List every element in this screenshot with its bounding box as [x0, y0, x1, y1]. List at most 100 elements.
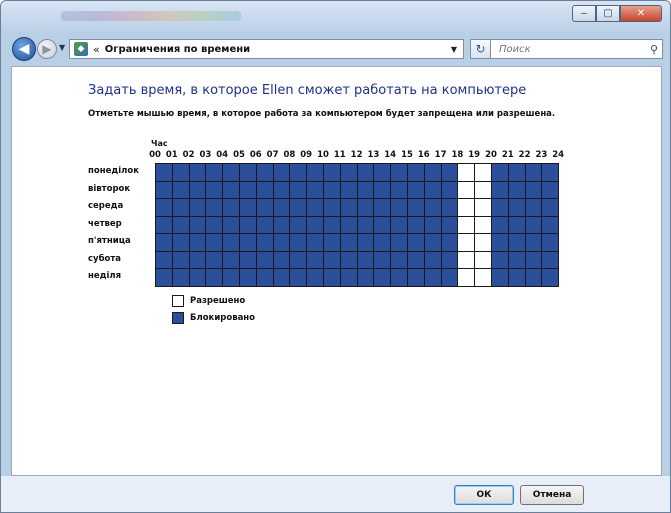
time-cell-blocked[interactable] — [340, 251, 358, 269]
time-cell-blocked[interactable] — [273, 234, 291, 252]
time-cell-blocked[interactable] — [340, 269, 358, 287]
time-cell-blocked[interactable] — [172, 234, 190, 252]
time-cell-blocked[interactable] — [407, 199, 425, 217]
time-cell-blocked[interactable] — [357, 251, 375, 269]
time-cell-blocked[interactable] — [441, 164, 459, 182]
time-cell-allowed[interactable] — [458, 164, 476, 182]
time-cell-blocked[interactable] — [156, 216, 173, 234]
time-cell-blocked[interactable] — [424, 251, 442, 269]
time-cell-blocked[interactable] — [156, 199, 173, 217]
back-button[interactable]: ◀ — [12, 37, 36, 61]
time-cell-blocked[interactable] — [189, 269, 207, 287]
time-cell-blocked[interactable] — [223, 199, 240, 217]
time-cell-blocked[interactable] — [239, 164, 257, 182]
time-cell-blocked[interactable] — [340, 181, 358, 199]
time-cell-blocked[interactable] — [172, 216, 190, 234]
time-cell-blocked[interactable] — [491, 269, 509, 287]
time-cell-blocked[interactable] — [441, 269, 459, 287]
time-cell-blocked[interactable] — [156, 251, 173, 269]
time-cell-blocked[interactable] — [542, 269, 560, 287]
time-cell-blocked[interactable] — [441, 181, 459, 199]
time-cell-blocked[interactable] — [323, 251, 341, 269]
time-cell-blocked[interactable] — [290, 164, 308, 182]
time-cell-blocked[interactable] — [307, 199, 324, 217]
time-cell-blocked[interactable] — [172, 251, 190, 269]
time-cell-blocked[interactable] — [189, 181, 207, 199]
time-cell-blocked[interactable] — [491, 199, 509, 217]
time-cell-blocked[interactable] — [391, 164, 408, 182]
time-cell-blocked[interactable] — [323, 199, 341, 217]
search-icon[interactable]: ⚲ — [646, 43, 662, 56]
time-cell-blocked[interactable] — [273, 164, 291, 182]
breadcrumb-chevron[interactable]: « — [93, 43, 100, 56]
time-cell-blocked[interactable] — [206, 251, 224, 269]
address-dropdown-icon[interactable]: ▼ — [451, 45, 457, 54]
time-cell-blocked[interactable] — [307, 269, 324, 287]
time-cell-blocked[interactable] — [525, 269, 543, 287]
time-cell-allowed[interactable] — [458, 269, 476, 287]
time-cell-blocked[interactable] — [424, 181, 442, 199]
time-restriction-grid[interactable] — [155, 163, 560, 287]
time-cell-blocked[interactable] — [206, 181, 224, 199]
time-cell-blocked[interactable] — [508, 216, 526, 234]
time-cell-blocked[interactable] — [206, 199, 224, 217]
time-cell-allowed[interactable] — [458, 251, 476, 269]
time-cell-blocked[interactable] — [374, 216, 392, 234]
time-cell-blocked[interactable] — [223, 251, 240, 269]
time-cell-blocked[interactable] — [357, 234, 375, 252]
time-cell-blocked[interactable] — [374, 269, 392, 287]
time-cell-blocked[interactable] — [290, 234, 308, 252]
time-cell-blocked[interactable] — [189, 251, 207, 269]
time-cell-blocked[interactable] — [323, 216, 341, 234]
time-cell-blocked[interactable] — [172, 164, 190, 182]
cancel-button[interactable]: Отмена — [520, 485, 584, 505]
time-cell-blocked[interactable] — [340, 216, 358, 234]
time-cell-blocked[interactable] — [525, 181, 543, 199]
time-cell-allowed[interactable] — [458, 216, 476, 234]
time-cell-blocked[interactable] — [239, 269, 257, 287]
time-cell-blocked[interactable] — [307, 164, 324, 182]
time-cell-blocked[interactable] — [307, 251, 324, 269]
refresh-button[interactable]: ↻ — [471, 40, 491, 58]
recent-pages-dropdown-icon[interactable]: ▼ — [59, 43, 65, 52]
time-cell-blocked[interactable] — [542, 234, 560, 252]
time-cell-blocked[interactable] — [491, 234, 509, 252]
time-cell-blocked[interactable] — [508, 181, 526, 199]
time-cell-blocked[interactable] — [441, 199, 459, 217]
time-cell-blocked[interactable] — [223, 269, 240, 287]
time-cell-allowed[interactable] — [475, 216, 492, 234]
time-cell-blocked[interactable] — [357, 164, 375, 182]
time-cell-blocked[interactable] — [525, 216, 543, 234]
time-cell-blocked[interactable] — [424, 234, 442, 252]
time-cell-blocked[interactable] — [256, 251, 274, 269]
time-cell-blocked[interactable] — [424, 216, 442, 234]
time-cell-blocked[interactable] — [239, 181, 257, 199]
time-cell-blocked[interactable] — [273, 181, 291, 199]
time-cell-blocked[interactable] — [525, 251, 543, 269]
time-cell-blocked[interactable] — [156, 269, 173, 287]
time-cell-allowed[interactable] — [475, 234, 492, 252]
time-cell-blocked[interactable] — [256, 199, 274, 217]
search-box[interactable]: ↻ ⚲ — [470, 39, 663, 59]
time-cell-blocked[interactable] — [290, 251, 308, 269]
time-cell-blocked[interactable] — [340, 199, 358, 217]
time-cell-blocked[interactable] — [407, 234, 425, 252]
time-cell-blocked[interactable] — [391, 251, 408, 269]
time-cell-blocked[interactable] — [206, 216, 224, 234]
time-cell-blocked[interactable] — [323, 181, 341, 199]
time-cell-blocked[interactable] — [491, 164, 509, 182]
time-cell-blocked[interactable] — [542, 251, 560, 269]
time-cell-blocked[interactable] — [172, 269, 190, 287]
time-cell-blocked[interactable] — [256, 234, 274, 252]
time-cell-allowed[interactable] — [458, 234, 476, 252]
time-cell-blocked[interactable] — [206, 164, 224, 182]
time-cell-blocked[interactable] — [491, 251, 509, 269]
time-cell-blocked[interactable] — [307, 216, 324, 234]
time-cell-blocked[interactable] — [374, 199, 392, 217]
time-cell-blocked[interactable] — [223, 234, 240, 252]
time-cell-blocked[interactable] — [407, 164, 425, 182]
minimize-button[interactable]: ‒ — [572, 5, 596, 22]
time-cell-blocked[interactable] — [340, 164, 358, 182]
time-cell-blocked[interactable] — [508, 199, 526, 217]
time-cell-blocked[interactable] — [189, 234, 207, 252]
